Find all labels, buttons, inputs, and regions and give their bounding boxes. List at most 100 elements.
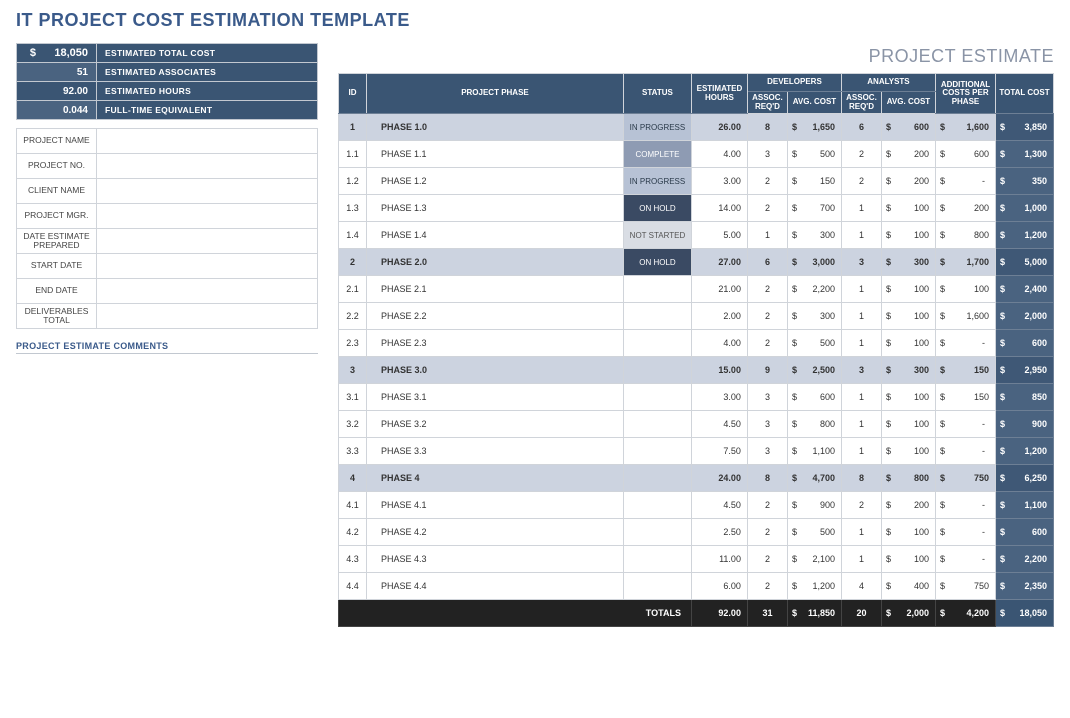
row-an-cost: 300 bbox=[895, 357, 935, 384]
row-add: 100 bbox=[949, 276, 995, 303]
row-an-assoc: 3 bbox=[841, 357, 881, 384]
row-total: 1,300 bbox=[1009, 141, 1053, 168]
row-status[interactable] bbox=[623, 492, 691, 519]
row-phase: PHASE 3.1 bbox=[367, 384, 624, 411]
row-total: 1,100 bbox=[1009, 492, 1053, 519]
row-status[interactable]: IN PROGRESS bbox=[623, 114, 691, 141]
row-add: 750 bbox=[949, 573, 995, 600]
meta-project-mgr-value[interactable] bbox=[97, 204, 318, 229]
meta-start-date-value[interactable] bbox=[97, 254, 318, 279]
row-hours: 24.00 bbox=[691, 465, 747, 492]
table-row[interactable]: 3.1PHASE 3.13.003$6001$100$150$850 bbox=[339, 384, 1054, 411]
row-dev-cost: 150 bbox=[801, 168, 841, 195]
row-dev-cost: 4,700 bbox=[801, 465, 841, 492]
row-dev-assoc: 8 bbox=[747, 465, 787, 492]
row-hours: 2.00 bbox=[691, 303, 747, 330]
table-row[interactable]: 1PHASE 1.0IN PROGRESS26.008$1,6506$600$1… bbox=[339, 114, 1054, 141]
row-dev-cost: 3,000 bbox=[801, 249, 841, 276]
row-add: - bbox=[949, 330, 995, 357]
summary-total-cost-label: ESTIMATED TOTAL COST bbox=[97, 44, 318, 63]
row-id: 2.3 bbox=[339, 330, 367, 357]
table-row[interactable]: 3.3PHASE 3.37.503$1,1001$100$-$1,200 bbox=[339, 438, 1054, 465]
row-status[interactable]: COMPLETE bbox=[623, 141, 691, 168]
row-status[interactable] bbox=[623, 276, 691, 303]
table-row[interactable]: 2.1PHASE 2.121.002$2,2001$100$100$2,400 bbox=[339, 276, 1054, 303]
table-row[interactable]: 2PHASE 2.0ON HOLD27.006$3,0003$300$1,700… bbox=[339, 249, 1054, 276]
row-status[interactable] bbox=[623, 438, 691, 465]
meta-date-est-value[interactable] bbox=[97, 229, 318, 254]
row-id: 4.4 bbox=[339, 573, 367, 600]
row-status[interactable]: IN PROGRESS bbox=[623, 168, 691, 195]
row-total: 1,200 bbox=[1009, 438, 1053, 465]
row-an-cost: 100 bbox=[895, 303, 935, 330]
table-row[interactable]: 4.2PHASE 4.22.502$5001$100$-$600 bbox=[339, 519, 1054, 546]
row-id: 3 bbox=[339, 357, 367, 384]
row-dev-cost: 1,100 bbox=[801, 438, 841, 465]
row-id: 1.3 bbox=[339, 195, 367, 222]
row-hours: 27.00 bbox=[691, 249, 747, 276]
table-row[interactable]: 1.4PHASE 1.4NOT STARTED5.001$3001$100$80… bbox=[339, 222, 1054, 249]
row-phase: PHASE 1.3 bbox=[367, 195, 624, 222]
hdr-phase: PROJECT PHASE bbox=[367, 74, 624, 114]
row-total: 2,400 bbox=[1009, 276, 1053, 303]
row-an-assoc: 1 bbox=[841, 411, 881, 438]
meta-deliv-total-value[interactable] bbox=[97, 304, 318, 329]
row-status[interactable] bbox=[623, 573, 691, 600]
row-an-cost: 200 bbox=[895, 168, 935, 195]
row-status[interactable] bbox=[623, 465, 691, 492]
row-id: 3.1 bbox=[339, 384, 367, 411]
row-an-assoc: 1 bbox=[841, 276, 881, 303]
meta-project-no-value[interactable] bbox=[97, 154, 318, 179]
row-status[interactable] bbox=[623, 546, 691, 573]
table-row[interactable]: 2.3PHASE 2.34.002$5001$100$-$600 bbox=[339, 330, 1054, 357]
row-status[interactable] bbox=[623, 411, 691, 438]
row-status[interactable]: NOT STARTED bbox=[623, 222, 691, 249]
row-dev-cost: 300 bbox=[801, 303, 841, 330]
totals-hours: 92.00 bbox=[691, 600, 747, 627]
hdr-an-avg-cost: AVG. COST bbox=[881, 91, 935, 114]
row-add: 600 bbox=[949, 141, 995, 168]
table-row[interactable]: 4.4PHASE 4.46.002$1,2004$400$750$2,350 bbox=[339, 573, 1054, 600]
table-row[interactable]: 4.1PHASE 4.14.502$9002$200$-$1,100 bbox=[339, 492, 1054, 519]
table-row[interactable]: 1.3PHASE 1.3ON HOLD14.002$7001$100$200$1… bbox=[339, 195, 1054, 222]
row-status[interactable] bbox=[623, 519, 691, 546]
row-dev-cost: 2,500 bbox=[801, 357, 841, 384]
row-add: 150 bbox=[949, 357, 995, 384]
row-status[interactable]: ON HOLD bbox=[623, 195, 691, 222]
row-dev-assoc: 8 bbox=[747, 114, 787, 141]
row-status[interactable]: ON HOLD bbox=[623, 249, 691, 276]
totals-dev-cost: 11,850 bbox=[801, 600, 841, 627]
row-an-assoc: 1 bbox=[841, 222, 881, 249]
row-phase: PHASE 2.3 bbox=[367, 330, 624, 357]
row-an-cost: 100 bbox=[895, 384, 935, 411]
row-phase: PHASE 2.0 bbox=[367, 249, 624, 276]
meta-end-date-value[interactable] bbox=[97, 279, 318, 304]
row-status[interactable] bbox=[623, 303, 691, 330]
row-status[interactable] bbox=[623, 357, 691, 384]
table-row[interactable]: 4PHASE 424.008$4,7008$800$750$6,250 bbox=[339, 465, 1054, 492]
row-an-cost: 100 bbox=[895, 546, 935, 573]
meta-project-mgr-label: PROJECT MGR. bbox=[17, 204, 97, 229]
row-dev-assoc: 2 bbox=[747, 195, 787, 222]
table-row[interactable]: 4.3PHASE 4.311.002$2,1001$100$-$2,200 bbox=[339, 546, 1054, 573]
summary-fte-label: FULL-TIME EQUIVALENT bbox=[97, 101, 318, 120]
row-an-assoc: 1 bbox=[841, 384, 881, 411]
row-status[interactable] bbox=[623, 330, 691, 357]
table-row[interactable]: 3PHASE 3.015.009$2,5003$300$150$2,950 bbox=[339, 357, 1054, 384]
row-phase: PHASE 4 bbox=[367, 465, 624, 492]
meta-client-name-value[interactable] bbox=[97, 179, 318, 204]
row-add: 750 bbox=[949, 465, 995, 492]
table-row[interactable]: 1.1PHASE 1.1COMPLETE4.003$5002$200$600$1… bbox=[339, 141, 1054, 168]
meta-deliv-total-label: DELIVERABLES TOTAL bbox=[17, 304, 97, 329]
row-hours: 21.00 bbox=[691, 276, 747, 303]
row-id: 4.3 bbox=[339, 546, 367, 573]
meta-project-name-value[interactable] bbox=[97, 129, 318, 154]
table-row[interactable]: 2.2PHASE 2.22.002$3001$100$1,600$2,000 bbox=[339, 303, 1054, 330]
row-add: - bbox=[949, 546, 995, 573]
meta-start-date-label: START DATE bbox=[17, 254, 97, 279]
row-dev-assoc: 6 bbox=[747, 249, 787, 276]
row-status[interactable] bbox=[623, 384, 691, 411]
row-id: 1.1 bbox=[339, 141, 367, 168]
table-row[interactable]: 1.2PHASE 1.2IN PROGRESS3.002$1502$200$-$… bbox=[339, 168, 1054, 195]
table-row[interactable]: 3.2PHASE 3.24.503$8001$100$-$900 bbox=[339, 411, 1054, 438]
